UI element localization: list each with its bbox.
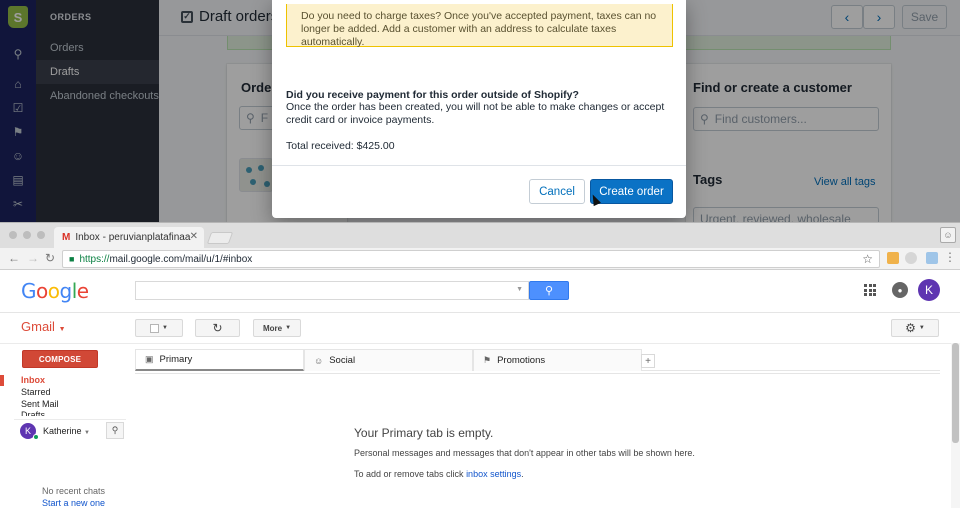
search-icon: ⚲ <box>544 285 554 297</box>
extension-icon[interactable] <box>887 252 899 264</box>
search-options-icon[interactable]: ▼ <box>516 286 523 293</box>
browser-toolbar: ← → ↻ ■ https://mail.google.com/mail/u/1… <box>0 248 960 270</box>
reload-icon[interactable]: ↻ <box>45 251 55 265</box>
modal-divider <box>272 165 686 166</box>
hangouts-search-button[interactable]: ⚲ <box>106 422 124 439</box>
chrome-window: M Inbox - peruvianplatafinaalerts ✕ ☺ ← … <box>0 222 960 508</box>
forward-icon[interactable]: → <box>27 251 39 265</box>
compose-button[interactable]: COMPOSE <box>22 350 98 368</box>
create-order-modal: Do you need to charge taxes? Once you've… <box>272 0 686 218</box>
window-minimize-icon[interactable] <box>23 231 31 239</box>
gmail-favicon-icon: M <box>62 232 71 243</box>
no-recent-chats: No recent chats <box>42 486 106 496</box>
lock-icon: ■ <box>69 254 75 264</box>
address-bar[interactable]: ■ https://mail.google.com/mail/u/1/#inbo… <box>62 250 880 268</box>
inbox-settings-link[interactable]: inbox settings <box>466 469 521 479</box>
bookmark-star-icon[interactable]: ☆ <box>862 252 873 266</box>
inbox-tray-icon: ▣ <box>145 354 154 364</box>
browser-tab-inbox[interactable]: M Inbox - peruvianplatafinaalerts ✕ <box>54 227 204 248</box>
hangouts-user-menu[interactable]: Katherine ▼ <box>43 426 90 436</box>
back-icon[interactable]: ← <box>8 251 20 265</box>
chevron-down-icon: ▼ <box>58 326 66 333</box>
folder-drafts[interactable]: Drafts <box>21 410 45 416</box>
chrome-tabstrip: M Inbox - peruvianplatafinaalerts ✕ ☺ <box>0 223 960 248</box>
toolbar-divider <box>0 343 960 344</box>
search-icon: ⚲ <box>111 425 119 435</box>
chevron-down-icon: ▼ <box>918 325 925 331</box>
tab-close-icon[interactable]: ✕ <box>190 231 198 242</box>
refresh-button[interactable]: ↻ <box>195 319 240 337</box>
active-folder-marker <box>0 375 4 386</box>
url-text: mail.google.com/mail/u/1/#inbox <box>109 253 253 265</box>
people-icon: ☺ <box>314 355 324 366</box>
tabs-divider <box>135 373 940 374</box>
header-divider <box>0 312 960 313</box>
search-button[interactable]: ⚲ <box>529 281 569 300</box>
window-maximize-icon[interactable] <box>37 231 45 239</box>
url-scheme: https:// <box>79 253 110 265</box>
select-checkbox-button[interactable]: ▼ <box>135 319 183 337</box>
gmail-header: Google ▼ ⚲ ● K <box>0 271 960 311</box>
apps-grid-icon[interactable] <box>864 284 876 296</box>
cancel-button[interactable]: Cancel <box>529 179 585 204</box>
payment-question: Did you receive payment for this order o… <box>286 89 579 101</box>
gear-icon: ⚙ <box>905 321 916 335</box>
add-tab-button[interactable]: + <box>641 354 655 368</box>
total-received: Total received: $425.00 <box>286 140 395 152</box>
settings-button[interactable]: ⚙ ▼ <box>891 319 939 337</box>
account-avatar[interactable]: K <box>918 279 940 301</box>
inbox-category-tabs: ▣ Primary ☺ Social ⚑ Promotions + <box>135 349 940 371</box>
empty-inbox-text: Personal messages and messages that don'… <box>354 448 695 458</box>
chevron-down-icon: ▼ <box>285 325 292 331</box>
profile-icon[interactable]: ☺ <box>940 227 956 243</box>
extension-icon[interactable] <box>905 252 917 264</box>
payment-explanation: Once the order has been created, you wil… <box>286 101 665 126</box>
mail-search-input[interactable]: ▼ <box>135 281 529 300</box>
folder-sent-mail[interactable]: Sent Mail <box>21 399 59 409</box>
google-logo[interactable]: Google <box>21 279 89 303</box>
folder-inbox[interactable]: Inbox <box>21 375 45 385</box>
notifications-icon[interactable]: ● <box>892 282 908 298</box>
start-new-chat-link[interactable]: Start a new one <box>42 498 105 508</box>
create-order-button[interactable]: Create order <box>590 179 673 204</box>
tax-warning-banner: Do you need to charge taxes? Once you've… <box>286 4 673 48</box>
window-close-icon[interactable] <box>9 231 17 239</box>
tab-settings-hint: To add or remove tabs click inbox settin… <box>354 469 524 479</box>
hangouts-user-row: K Katherine ▼ ⚲ <box>14 419 126 441</box>
tab-social[interactable]: ☺ Social <box>304 349 473 371</box>
chevron-down-icon: ▼ <box>84 430 90 436</box>
chevron-down-icon: ▼ <box>162 325 168 331</box>
scrollbar-thumb[interactable] <box>952 343 959 443</box>
more-button[interactable]: More ▼ <box>253 319 301 337</box>
gmail-app-switcher[interactable]: Gmail ▼ <box>21 319 66 334</box>
new-tab-button[interactable] <box>206 232 234 244</box>
extension-icon[interactable] <box>926 252 938 264</box>
checkbox-icon <box>150 323 160 333</box>
chrome-menu-icon[interactable]: ⋮ <box>944 250 956 264</box>
tab-primary[interactable]: ▣ Primary <box>135 349 304 371</box>
online-status-icon <box>33 434 39 440</box>
tab-title: Inbox - peruvianplatafinaalerts <box>75 232 191 243</box>
refresh-icon: ↻ <box>212 321 223 335</box>
folder-starred[interactable]: Starred <box>21 387 51 397</box>
tab-promotions[interactable]: ⚑ Promotions <box>473 349 642 371</box>
tag-icon: ⚑ <box>483 355 492 365</box>
empty-inbox-title: Your Primary tab is empty. <box>354 426 494 440</box>
